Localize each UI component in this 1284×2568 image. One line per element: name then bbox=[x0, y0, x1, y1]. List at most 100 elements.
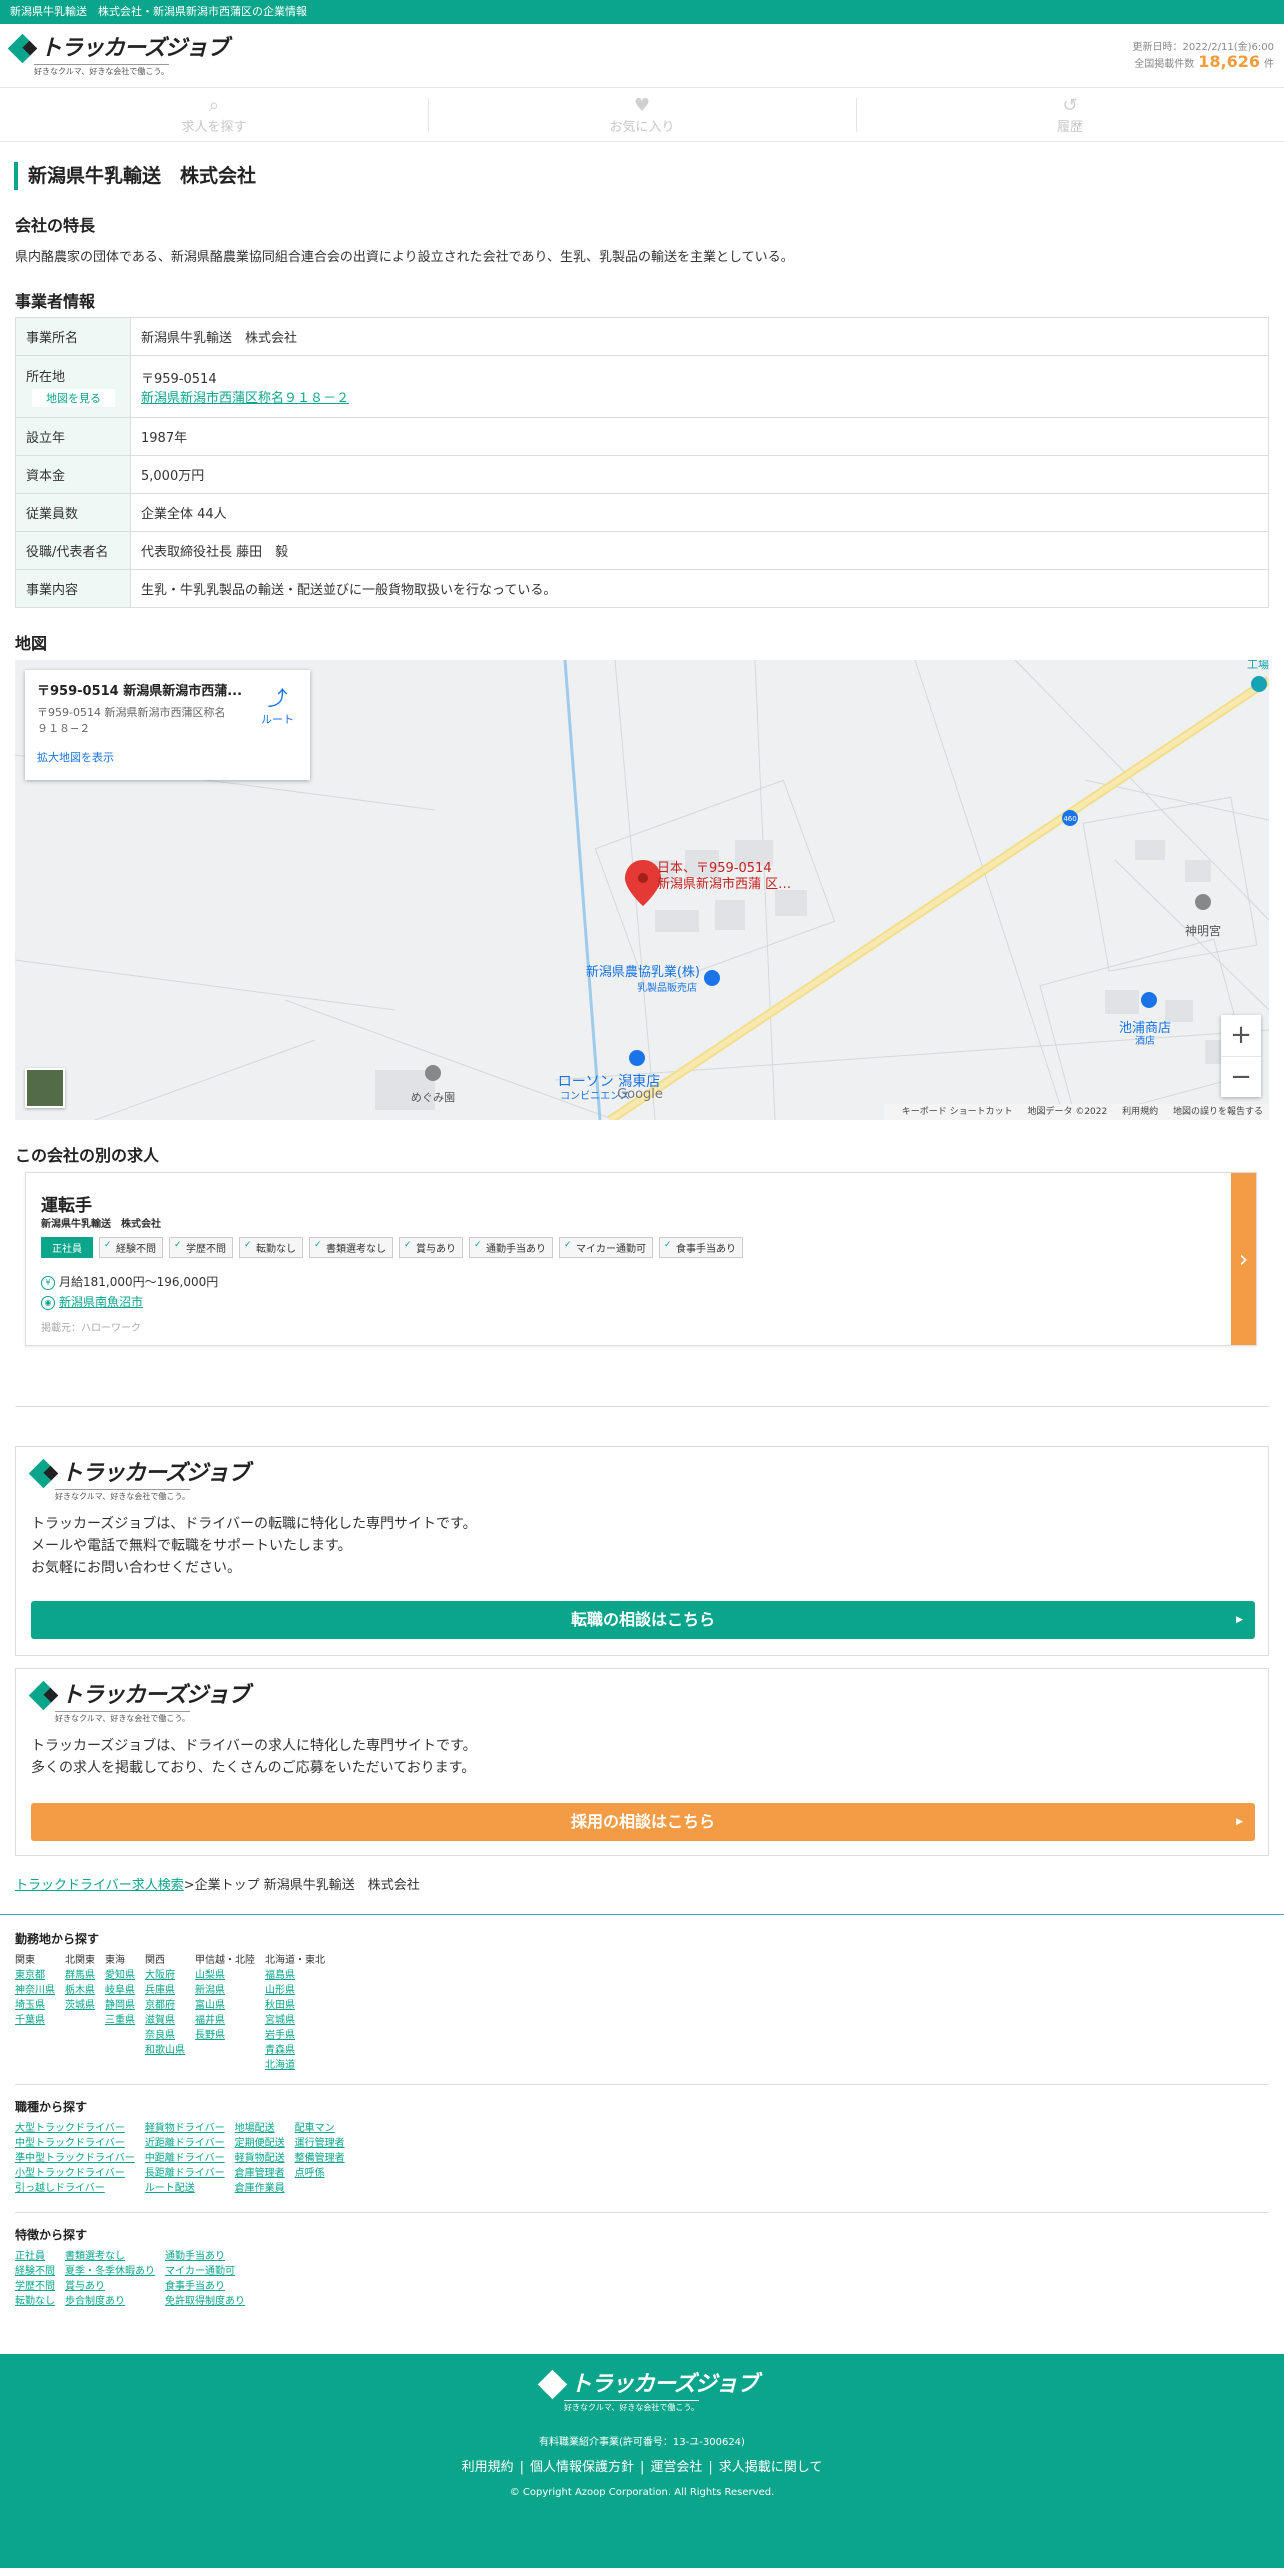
job-link[interactable]: 長距離ドライバー bbox=[145, 2166, 225, 2181]
address-link[interactable]: 新潟県新潟市西蒲区称名９１８－２ bbox=[141, 391, 349, 406]
report-error-link[interactable]: 地図の誤りを報告する bbox=[1173, 1107, 1263, 1117]
privacy-link[interactable]: 個人情報保護方針 bbox=[514, 2460, 634, 2475]
area-link[interactable]: 岩手県 bbox=[265, 2028, 325, 2043]
company-info-table: 事業所名 新潟県牛乳輸送 株式会社 所在地 地図を見る 〒959-0514 新潟県新潟… bbox=[15, 317, 1269, 608]
feature-link[interactable]: マイカー通勤可 bbox=[165, 2264, 245, 2279]
area-link[interactable]: 千葉県 bbox=[15, 2013, 55, 2028]
nav-history[interactable]: ↺ 履歴 bbox=[856, 88, 1284, 141]
listing-link[interactable]: 求人掲載に関して bbox=[702, 2460, 822, 2475]
area-link[interactable]: 神奈川県 bbox=[15, 1983, 55, 1998]
area-link[interactable]: 福島県 bbox=[265, 1968, 325, 1983]
area-link[interactable]: 新潟県 bbox=[195, 1983, 255, 1998]
area-link[interactable]: 北海道 bbox=[265, 2058, 325, 2073]
area-link[interactable]: 富山県 bbox=[195, 1998, 255, 2013]
job-link[interactable]: 軽貨物配送 bbox=[235, 2151, 285, 2166]
area-link[interactable]: 青森県 bbox=[265, 2043, 325, 2058]
feature-link[interactable]: 免許取得制度あり bbox=[165, 2294, 245, 2309]
job-link[interactable]: 引っ越しドライバー bbox=[15, 2181, 135, 2196]
feature-link[interactable]: 転勤なし bbox=[15, 2294, 55, 2309]
area-link[interactable]: 栃木県 bbox=[65, 1983, 95, 1998]
area-link[interactable]: 東京都 bbox=[15, 1968, 55, 1983]
area-link[interactable]: 奈良県 bbox=[145, 2028, 185, 2043]
feature-link[interactable]: 正社員 bbox=[15, 2249, 55, 2264]
zoom-in-button[interactable]: + bbox=[1221, 1015, 1261, 1056]
route-button[interactable]: ⤴ ルート bbox=[261, 682, 294, 727]
job-link[interactable]: 中型トラックドライバー bbox=[15, 2136, 135, 2151]
zoom-out-button[interactable]: − bbox=[1221, 1056, 1261, 1097]
job-link[interactable]: 倉庫作業員 bbox=[235, 2181, 285, 2196]
hiring-consult-button[interactable]: 採用の相談はこちら bbox=[31, 1803, 1255, 1841]
area-link[interactable]: 和歌山県 bbox=[145, 2043, 185, 2058]
job-link[interactable]: 大型トラックドライバー bbox=[15, 2121, 135, 2136]
view-map-button[interactable]: 地図を見る bbox=[32, 389, 115, 407]
job-card[interactable]: 運転手 新潟県牛乳輸送 株式会社 正社員 経験不問 学歴不問 転勤なし 書類選考… bbox=[25, 1172, 1257, 1346]
shrine-icon bbox=[1195, 894, 1211, 910]
feature-link[interactable]: 学歴不問 bbox=[15, 2279, 55, 2294]
area-link[interactable]: 山梨県 bbox=[195, 1968, 255, 1983]
career-consult-button[interactable]: 転職の相談はこちら bbox=[31, 1601, 1255, 1639]
nav-favorites[interactable]: ♥ お気に入り bbox=[428, 88, 856, 141]
area-link[interactable]: 埼玉県 bbox=[15, 1998, 55, 2013]
site-logo[interactable]: トラッカーズジョブ 好きなクルマ、好きな会社で働こう。 bbox=[7, 33, 229, 76]
feature-link[interactable]: 夏季・冬季休暇あり bbox=[65, 2264, 155, 2279]
job-link[interactable]: 運行管理者 bbox=[295, 2136, 345, 2151]
nav-search[interactable]: ⌕ 求人を探す bbox=[0, 88, 428, 141]
map-terms-link[interactable]: 利用規約 bbox=[1122, 1107, 1158, 1117]
area-link[interactable]: 長野県 bbox=[195, 2028, 255, 2043]
area-link[interactable]: 茨城県 bbox=[65, 1998, 95, 2013]
job-link[interactable]: 配車マン bbox=[295, 2121, 345, 2136]
poi-factory: 工場 bbox=[1247, 660, 1269, 671]
area-group-label: 東海 bbox=[105, 1955, 125, 1966]
job-link[interactable]: 倉庫管理者 bbox=[235, 2166, 285, 2181]
tag: 転勤なし bbox=[239, 1237, 303, 1258]
embedded-map[interactable]: 460 日本、〒959-0514 新潟県新潟市西蒲 区… 新潟県農協乳業(株) … bbox=[15, 660, 1269, 1120]
job-link[interactable]: 中距離ドライバー bbox=[145, 2151, 225, 2166]
breadcrumb-home-link[interactable]: トラックドライバー求人検索 bbox=[15, 1878, 184, 1893]
company-link[interactable]: 運営会社 bbox=[634, 2460, 702, 2475]
area-group-label: 関西 bbox=[145, 1955, 165, 1966]
chevron-right-icon[interactable]: › bbox=[1231, 1173, 1256, 1345]
job-link[interactable]: 軽貨物ドライバー bbox=[145, 2121, 225, 2136]
area-link[interactable]: 大阪府 bbox=[145, 1968, 185, 1983]
area-link[interactable]: 福井県 bbox=[195, 2013, 255, 2028]
area-link[interactable]: 山形県 bbox=[265, 1983, 325, 1998]
feature-link[interactable]: 食事手当あり bbox=[165, 2279, 245, 2294]
job-link[interactable]: ルート配送 bbox=[145, 2181, 225, 2196]
area-link[interactable]: 岐阜県 bbox=[105, 1983, 135, 1998]
area-link[interactable]: 群馬県 bbox=[65, 1968, 95, 1983]
area-link[interactable]: 宮城県 bbox=[265, 2013, 325, 2028]
job-link[interactable]: 整備管理者 bbox=[295, 2151, 345, 2166]
pin-label-2: 新潟県新潟市西蒲 区… bbox=[657, 876, 791, 892]
area-link[interactable]: 愛知県 bbox=[105, 1968, 135, 1983]
location-link[interactable]: 新潟県南魚沼市 bbox=[59, 1295, 143, 1309]
footer-logo[interactable]: トラッカーズジョブ 好きなクルマ、好きな会社で働こう。 bbox=[537, 2369, 759, 2412]
job-link[interactable]: 定期便配送 bbox=[235, 2136, 285, 2151]
terms-link[interactable]: 利用規約 bbox=[462, 2460, 514, 2475]
feature-link[interactable]: 賞与あり bbox=[65, 2279, 155, 2294]
area-link[interactable]: 静岡県 bbox=[105, 1998, 135, 2013]
map-footer: キーボード ショートカット 地図データ ©2022 利用規約 地図の誤りを報告す… bbox=[883, 1104, 1269, 1120]
job-link[interactable]: 近距離ドライバー bbox=[145, 2136, 225, 2151]
founded-label: 設立年 bbox=[15, 417, 131, 456]
area-link[interactable]: 三重県 bbox=[105, 2013, 135, 2028]
enlarge-map-link[interactable]: 拡大地図を表示 bbox=[37, 749, 298, 765]
keyboard-shortcuts-link[interactable]: キーボード ショートカット bbox=[902, 1107, 1013, 1117]
license-text: 有料職業紹介事業(許可番号：13-ユ-300624) bbox=[539, 2437, 745, 2448]
satellite-toggle[interactable] bbox=[25, 1068, 65, 1108]
tag-employment-type: 正社員 bbox=[41, 1237, 93, 1258]
feature-link[interactable]: 経験不問 bbox=[15, 2264, 55, 2279]
job-link[interactable]: 点呼係 bbox=[295, 2166, 345, 2181]
job-link[interactable]: 準中型トラックドライバー bbox=[15, 2151, 135, 2166]
job-link[interactable]: 小型トラックドライバー bbox=[15, 2166, 135, 2181]
search-by-area: 勤務地から探す 関東 東京都 神奈川県 埼玉県 千葉県 北関東 群馬県 栃木県 茨城県 東海 愛知県… bbox=[15, 1930, 325, 2073]
feature-link[interactable]: 歩合制度あり bbox=[65, 2294, 155, 2309]
feature-link[interactable]: 書類選考なし bbox=[65, 2249, 155, 2264]
area-link[interactable]: 滋賀県 bbox=[145, 2013, 185, 2028]
poi-ikeura-sub: 酒店 bbox=[1135, 1034, 1155, 1047]
area-link[interactable]: 京都府 bbox=[145, 1998, 185, 2013]
founded-value: 1987年 bbox=[130, 417, 1269, 456]
feature-link[interactable]: 通勤手当あり bbox=[165, 2249, 245, 2264]
job-link[interactable]: 地場配送 bbox=[235, 2121, 285, 2136]
area-link[interactable]: 兵庫県 bbox=[145, 1983, 185, 1998]
area-link[interactable]: 秋田県 bbox=[265, 1998, 325, 2013]
